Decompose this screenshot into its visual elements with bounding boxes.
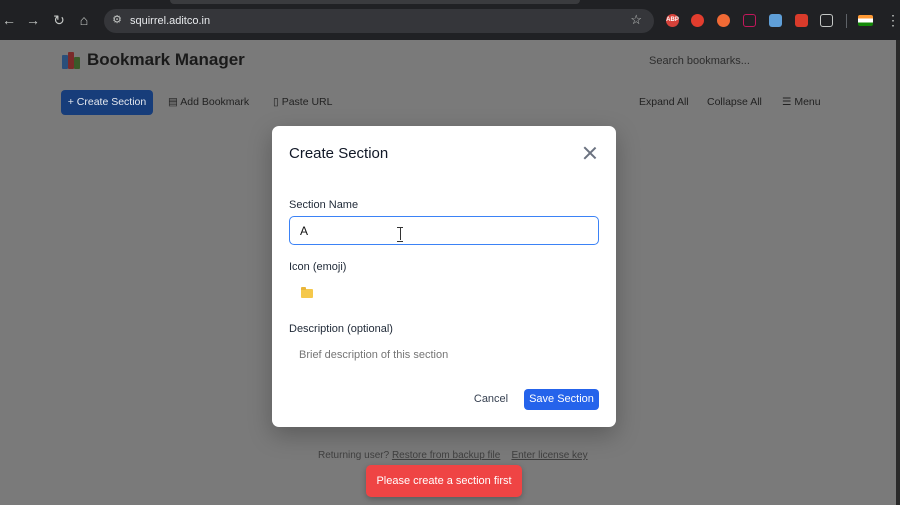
app-title: Bookmark Manager [87, 50, 245, 69]
books-icon: ▤ [168, 96, 181, 108]
toolbar-divider [846, 14, 847, 28]
extension-orange-icon[interactable] [717, 14, 730, 27]
create-section-modal: Create Section Section Name Icon (emoji)… [272, 126, 616, 427]
home-icon[interactable]: ⌂ [75, 11, 93, 29]
site-info-icon[interactable]: ⚙ [110, 13, 124, 27]
page-scrollbar[interactable] [896, 40, 900, 505]
description-input[interactable] [289, 342, 599, 368]
extension-red-icon[interactable] [691, 14, 704, 27]
save-section-button[interactable]: Save Section [524, 389, 599, 410]
profile-flag-icon[interactable] [858, 15, 873, 26]
bookmark-star-icon[interactable]: ☆ [630, 12, 642, 28]
expand-all-button[interactable]: Expand All [639, 90, 689, 115]
app-header: Bookmark Manager [62, 50, 245, 70]
adblock-icon[interactable]: ABP [666, 14, 679, 27]
extensions-icon[interactable] [820, 14, 833, 27]
folder-icon[interactable] [301, 287, 313, 298]
collapse-all-button[interactable]: Collapse All [707, 90, 762, 115]
restore-backup-link[interactable]: Restore from backup file [392, 450, 500, 461]
extension-blue-icon[interactable] [769, 14, 782, 27]
search-input[interactable]: Search bookmarks... [638, 51, 818, 71]
create-section-button[interactable]: + Create Section [61, 90, 153, 115]
browser-toolbar: ← → ↻ ⌂ ⚙ squirrel.aditco.in ☆ ABP ⋮ [0, 0, 900, 40]
section-name-label: Section Name [289, 199, 359, 211]
reload-icon[interactable]: ↻ [50, 11, 68, 29]
address-bar[interactable]: ⚙ squirrel.aditco.in ☆ [104, 9, 654, 33]
text-cursor-icon [397, 227, 403, 242]
forward-icon[interactable]: → [24, 11, 42, 29]
books-icon [62, 51, 81, 69]
url-text[interactable]: squirrel.aditco.in [130, 13, 210, 29]
returning-user-prefix: Returning user? [318, 450, 390, 461]
returning-user-note: Returning user? Restore from backup file… [318, 450, 588, 461]
error-toast: Please create a section first [366, 465, 522, 497]
close-icon[interactable] [582, 145, 598, 161]
cancel-button[interactable]: Cancel [470, 390, 512, 409]
add-bookmark-label: Add Bookmark [180, 96, 250, 108]
extension-square-icon[interactable] [743, 14, 756, 27]
description-label: Description (optional) [289, 323, 393, 335]
extension-dark-red-icon[interactable] [795, 14, 808, 27]
menu-button[interactable]: ☰ Menu [782, 90, 821, 115]
modal-title: Create Section [289, 145, 389, 162]
paste-url-button[interactable]: ▯ Paste URL [273, 90, 332, 115]
clipboard-icon: ▯ [273, 96, 282, 108]
section-name-input[interactable] [289, 216, 599, 245]
add-bookmark-button[interactable]: ▤ Add Bookmark [168, 90, 249, 115]
tab-strip [170, 0, 580, 4]
paste-url-label: Paste URL [281, 96, 333, 108]
back-icon[interactable]: ← [0, 11, 18, 29]
menu-icon[interactable]: ⋮ [886, 11, 900, 29]
icon-label: Icon (emoji) [289, 261, 347, 273]
license-key-link[interactable]: Enter license key [511, 450, 587, 461]
